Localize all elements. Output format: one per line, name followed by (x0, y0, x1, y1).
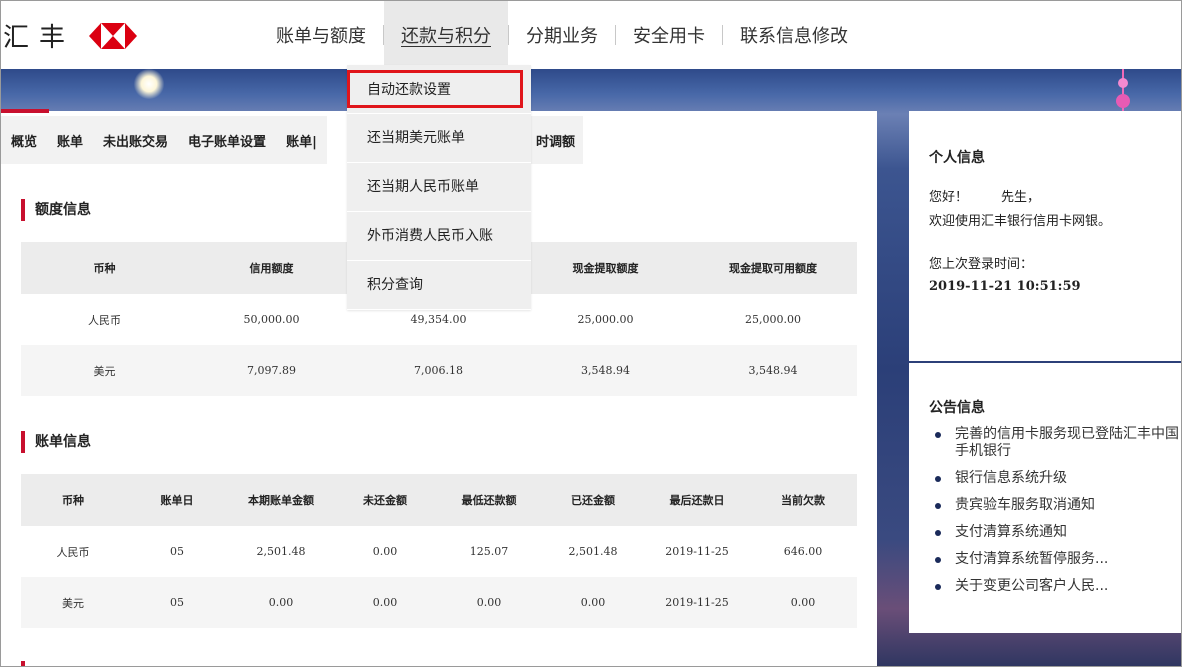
notices-title: 公告信息 (929, 400, 985, 416)
red-accent-bar (1, 109, 49, 113)
nav-label: 还款与积分 (401, 26, 491, 47)
col-header: 最后还款日 (645, 474, 749, 526)
nav-label: 安全用卡 (633, 26, 705, 47)
tab-overview[interactable]: 概览 (1, 131, 47, 150)
col-header: 现金提取额度 (522, 242, 689, 294)
last-login-value: 2019-11-21 10:51:59 (929, 279, 1081, 294)
table-cell: 美元 (21, 345, 188, 396)
col-header: 当前欠款 (749, 474, 857, 526)
table-cell: 2019-11-25 (645, 577, 749, 628)
table-cell: 25,000.00 (577, 313, 634, 326)
nav-label: 账单与额度 (276, 26, 366, 47)
col-header: 账单日 (125, 474, 229, 526)
table-cell: 05 (170, 545, 184, 558)
nav-label: 分期业务 (526, 26, 598, 47)
tab-temp-credit[interactable]: 时调额 (523, 116, 583, 164)
next-section-marker (21, 661, 25, 666)
bill-section-title: 账单信息 (21, 431, 91, 453)
tower-decoration (1116, 69, 1130, 111)
nav-installment[interactable]: 分期业务 (509, 1, 615, 69)
hsbc-hexagon-logo-icon[interactable] (89, 23, 137, 49)
notice-item[interactable]: 支付清算系统暂停服务... (909, 551, 1181, 568)
table-cell: 0.00 (541, 577, 645, 628)
table-cell: 3,548.94 (689, 345, 857, 396)
tab-bill[interactable]: 账单 (47, 131, 93, 150)
table-row: 美元 7,097.89 7,006.18 3,548.94 3,548.94 (21, 345, 857, 396)
menu-item-auto-repay[interactable]: 自动还款设置 (347, 65, 531, 114)
menu-item-repay-usd[interactable]: 还当期美元账单 (347, 114, 531, 163)
notices-panel: 公告信息 完善的信用卡服务现已登陆汇丰中国手机银行 银行信息系统升级 贵宾验车服… (909, 363, 1181, 633)
table-cell: 人民币 (88, 313, 121, 327)
nav-repay-points[interactable]: 还款与积分 (384, 1, 508, 69)
credit-section-title: 额度信息 (21, 199, 91, 221)
table-cell: 2,501.48 (568, 545, 618, 558)
notice-item[interactable]: 关于变更公司客户人民... (909, 578, 1181, 595)
nav-label: 联系信息修改 (740, 26, 848, 47)
tab-unbilled[interactable]: 未出账交易 (93, 131, 178, 150)
nav-card-security[interactable]: 安全用卡 (616, 1, 722, 69)
menu-item-foreign-to-rmb[interactable]: 外币消费人民币入账 (347, 212, 531, 261)
table-cell: 50,000.00 (243, 313, 300, 326)
bill-table: 币种 账单日 本期账单金额 未还金额 最低还款额 已还金额 最后还款日 当前欠款… (21, 474, 857, 628)
main-nav: 账单与额度 还款与积分 分期业务 安全用卡 联系信息修改 (259, 1, 865, 69)
col-header: 已还金额 (541, 474, 645, 526)
table-cell: 7,006.18 (355, 345, 522, 396)
notice-item[interactable]: 贵宾验车服务取消通知 (909, 497, 1181, 514)
table-cell: 646.00 (783, 545, 823, 558)
table-row: 人民币 05 2,501.48 0.00 125.07 2,501.48 201… (21, 526, 857, 577)
table-cell: 05 (125, 577, 229, 628)
last-login-label: 您上次登录时间： (929, 257, 1034, 272)
logo-text: 汇丰 (3, 23, 76, 53)
tab-ebill-settings[interactable]: 电子账单设置 (178, 131, 276, 150)
table-header-row: 币种 账单日 本期账单金额 未还金额 最低还款额 已还金额 最后还款日 当前欠款 (21, 474, 857, 526)
welcome-text: 欢迎使用汇丰银行信用卡网银。 (929, 214, 1112, 229)
table-cell: 125.07 (469, 545, 509, 558)
col-header: 币种 (21, 242, 188, 294)
col-header: 未还金额 (333, 474, 437, 526)
table-cell: 7,097.89 (188, 345, 355, 396)
tab-bill-more[interactable]: 账单| (276, 131, 327, 150)
personal-info-panel: 个人信息 您好！ 先生， 欢迎使用汇丰银行信用卡网银。 您上次登录时间： 201… (909, 111, 1181, 361)
table-cell: 3,548.94 (522, 345, 689, 396)
table-cell: 0.00 (333, 577, 437, 628)
col-header: 最低还款额 (437, 474, 541, 526)
top-header: 汇丰 账单与额度 还款与积分 分期业务 安全用卡 联系信息修改 (1, 1, 1181, 69)
table-cell: 2,501.48 (256, 545, 306, 558)
browser-frame: 汇丰 账单与额度 还款与积分 分期业务 安全用卡 联系信息修改 概览 账单 未出… (0, 0, 1182, 667)
nav-contact-edit[interactable]: 联系信息修改 (723, 1, 865, 69)
table-cell: 0.00 (372, 545, 398, 558)
col-header: 币种 (21, 474, 125, 526)
sub-nav-tabs: 概览 账单 未出账交易 电子账单设置 账单| (1, 116, 327, 164)
menu-item-points-query[interactable]: 积分查询 (347, 261, 531, 310)
notice-item[interactable]: 银行信息系统升级 (909, 470, 1181, 487)
table-cell: 25,000.00 (745, 313, 801, 326)
col-header: 本期账单金额 (229, 474, 333, 526)
moon-decoration (133, 69, 165, 99)
notice-item[interactable]: 支付清算系统通知 (909, 524, 1181, 541)
table-cell: 0.00 (437, 577, 541, 628)
table-cell: 人民币 (56, 545, 90, 559)
greeting-text: 您好！ 先生， (929, 190, 1041, 205)
table-row: 美元 05 0.00 0.00 0.00 0.00 2019-11-25 0.0… (21, 577, 857, 628)
personal-info-title: 个人信息 (929, 150, 985, 166)
table-cell: 美元 (21, 577, 125, 628)
notices-list: 完善的信用卡服务现已登陆汇丰中国手机银行 银行信息系统升级 贵宾验车服务取消通知… (909, 426, 1181, 605)
table-cell: 0.00 (229, 577, 333, 628)
col-header: 信用额度 (188, 242, 355, 294)
menu-item-repay-rmb[interactable]: 还当期人民币账单 (347, 163, 531, 212)
repay-points-dropdown: 自动还款设置 还当期美元账单 还当期人民币账单 外币消费人民币入账 积分查询 (347, 65, 531, 310)
nav-bill-credit[interactable]: 账单与额度 (259, 1, 383, 69)
col-header: 现金提取可用额度 (689, 242, 857, 294)
notice-item[interactable]: 完善的信用卡服务现已登陆汇丰中国手机银行 (909, 426, 1181, 460)
table-cell: 2019-11-25 (665, 545, 729, 558)
table-cell: 0.00 (749, 577, 857, 628)
